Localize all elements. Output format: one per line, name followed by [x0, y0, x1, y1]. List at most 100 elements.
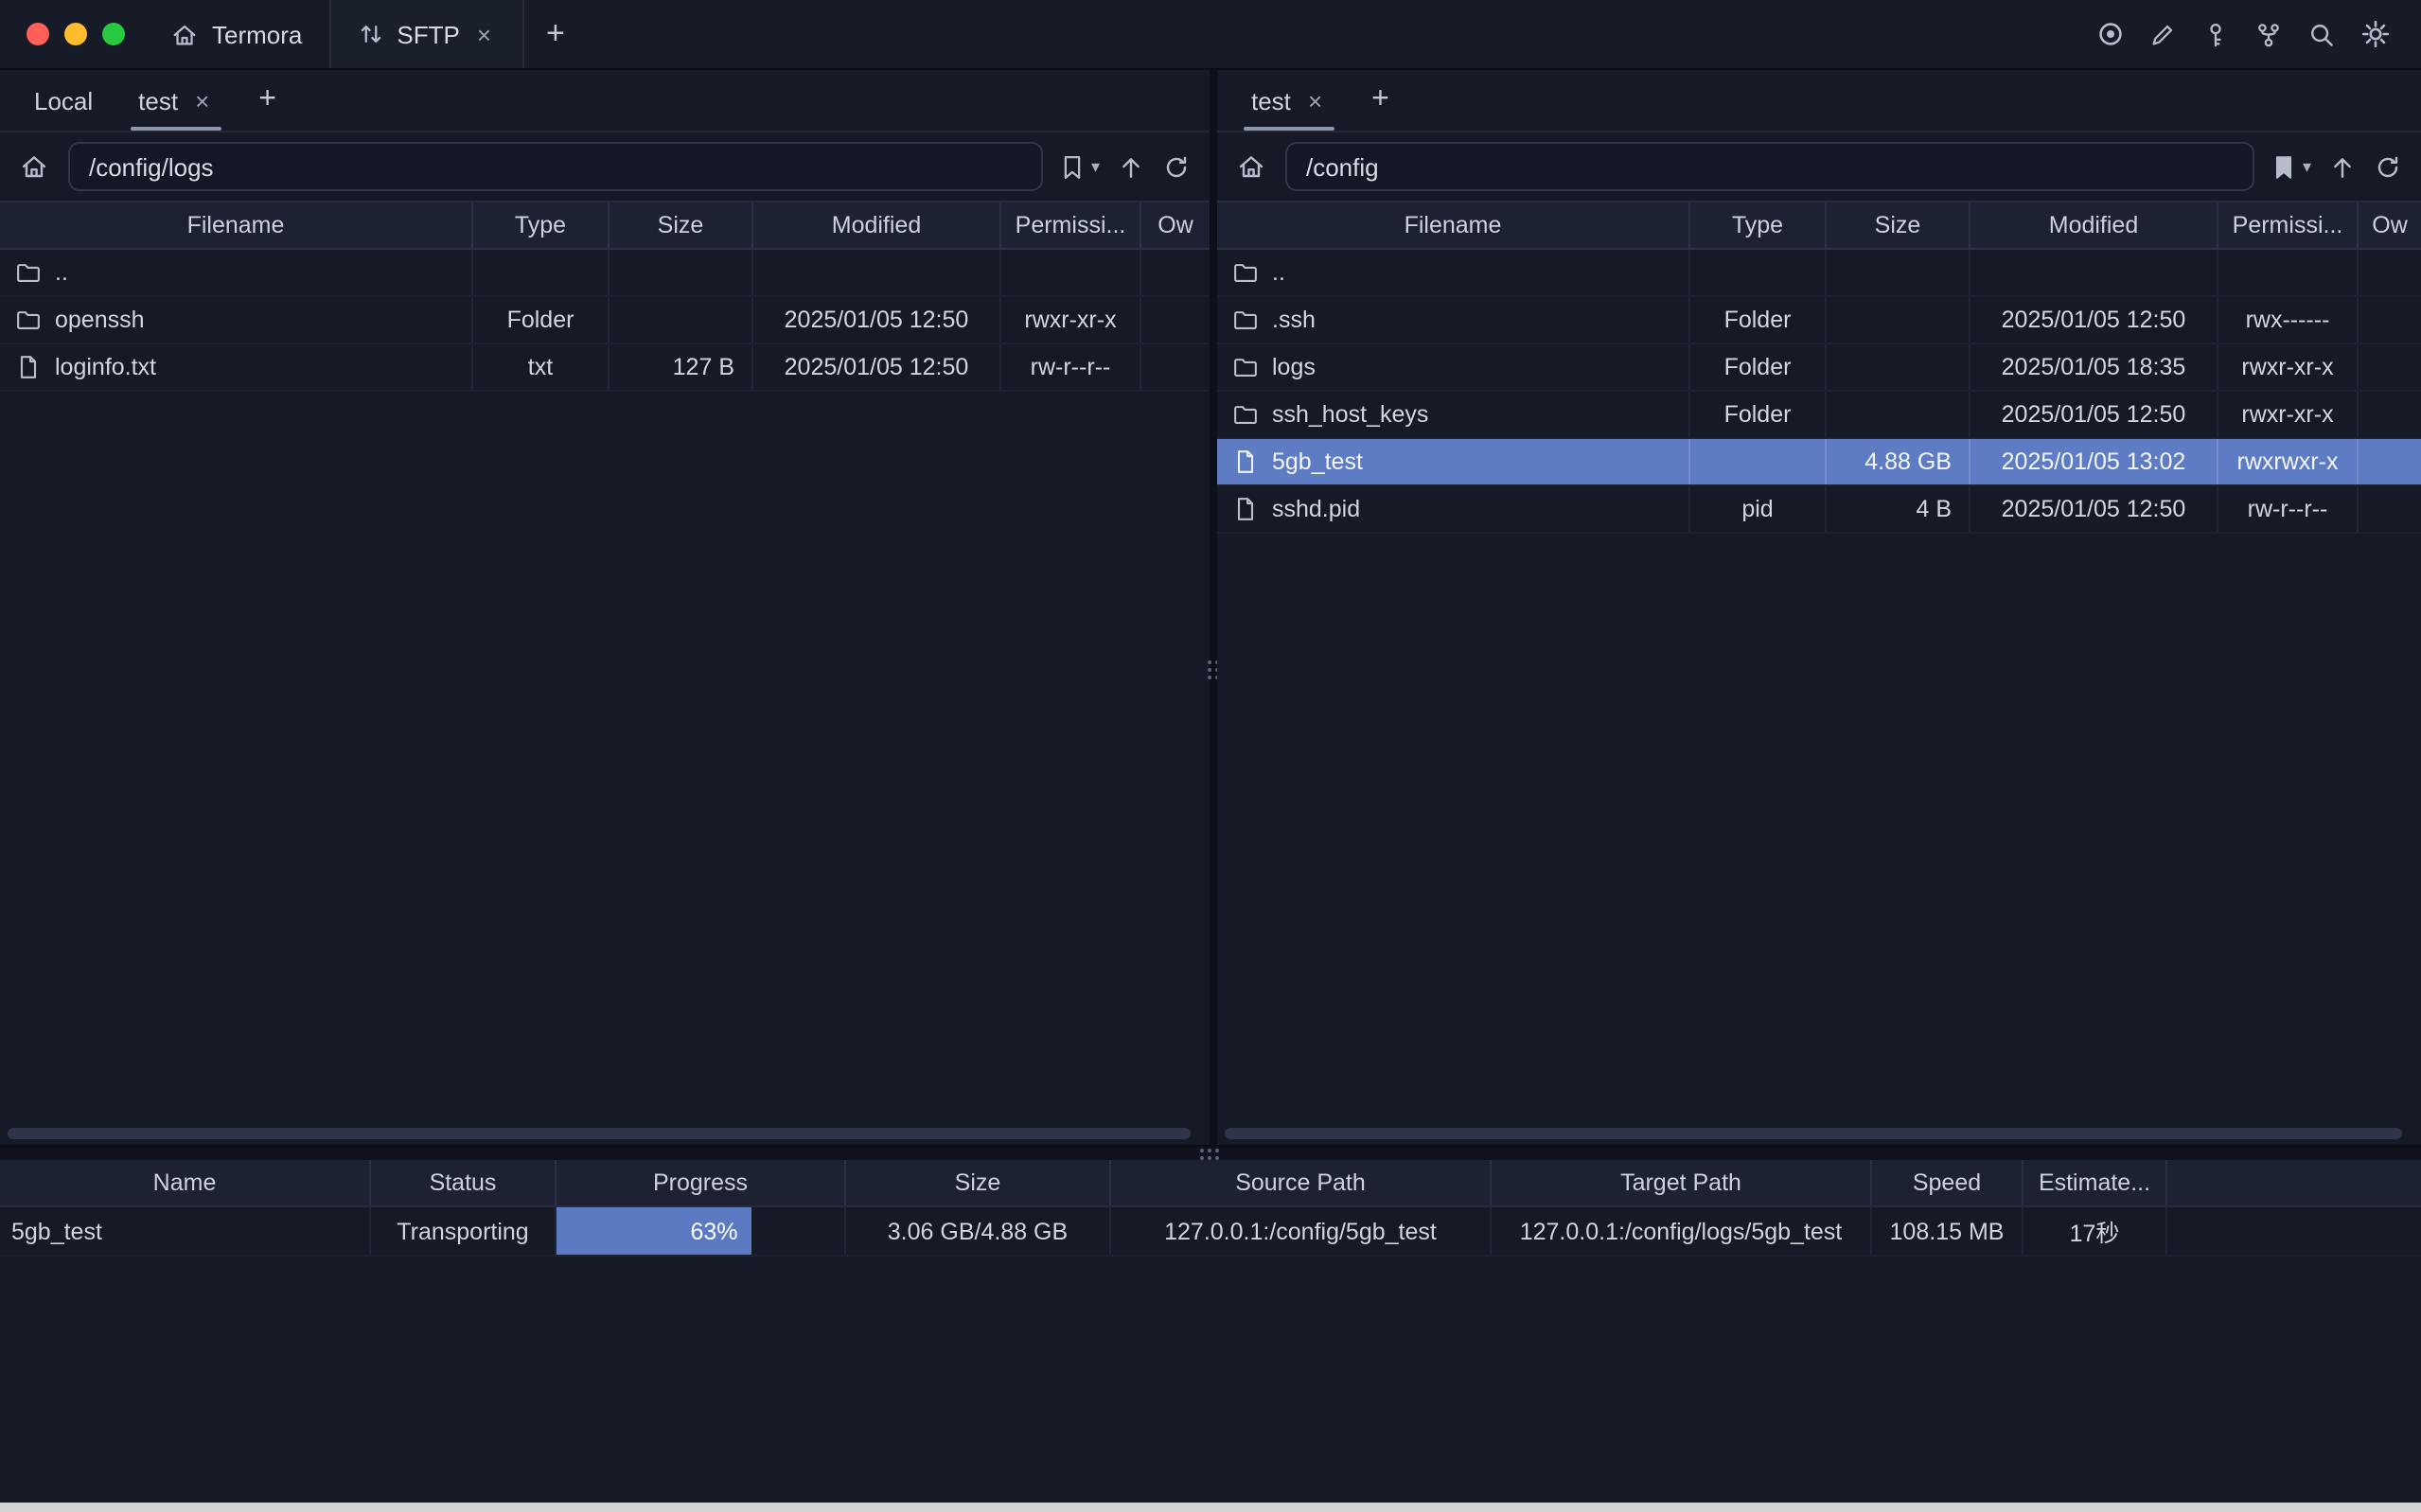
parent-directory-button[interactable] [1117, 152, 1145, 181]
close-icon[interactable]: × [473, 20, 495, 48]
cell-owner [2359, 344, 2421, 390]
search-icon[interactable] [2306, 18, 2338, 50]
column-header-progress[interactable]: Progress [557, 1160, 846, 1205]
settings-icon[interactable] [2359, 18, 2391, 50]
table-row[interactable]: .. [1217, 250, 2421, 297]
column-header-speed[interactable]: Speed [1872, 1160, 2023, 1205]
home-icon[interactable] [1232, 148, 1270, 185]
local-file-table: Filename Type Size Modified Permissi... … [0, 201, 1210, 1145]
cell-speed: 108.15 MB [1872, 1207, 2023, 1255]
chevron-down-icon[interactable]: ▾ [1091, 156, 1100, 177]
filename-label: .. [1272, 259, 1285, 286]
cell-size [1827, 250, 1970, 295]
remote-path-input[interactable] [1285, 142, 2255, 191]
column-header-size[interactable]: Size [610, 202, 753, 248]
horizontal-scrollbar[interactable] [8, 1128, 1191, 1139]
refresh-button[interactable] [1162, 152, 1191, 181]
minimize-window-button[interactable] [64, 23, 87, 45]
bookmark-button[interactable]: ▾ [2271, 152, 2311, 181]
cell-modified [753, 250, 1001, 295]
cell-modified: 2025/01/05 18:35 [1970, 344, 2218, 390]
cell-permissions: rwx------ [2218, 297, 2359, 343]
cell-type [473, 250, 610, 295]
column-header-permissions[interactable]: Permissi... [1001, 202, 1141, 248]
add-panel-tab-button[interactable]: + [1349, 70, 1412, 131]
branch-icon[interactable] [2253, 18, 2285, 50]
table-row[interactable]: loginfo.txt txt 127 B 2025/01/05 12:50 r… [0, 344, 1210, 392]
record-icon[interactable] [2094, 18, 2126, 50]
table-row[interactable]: openssh Folder 2025/01/05 12:50 rwxr-xr-… [0, 297, 1210, 344]
column-header-filename[interactable]: Filename [0, 202, 473, 248]
tab-termora[interactable]: Termora [155, 0, 328, 68]
key-icon[interactable] [2200, 18, 2232, 50]
column-header-estimate[interactable]: Estimate... [2023, 1160, 2167, 1205]
column-header-filename[interactable]: Filename [1217, 202, 1690, 248]
table-row[interactable]: .. [0, 250, 1210, 297]
home-icon [170, 20, 199, 48]
file-type-icon [1232, 307, 1259, 333]
horizontal-scrollbar[interactable] [1225, 1128, 2402, 1139]
transfer-row[interactable]: 5gb_test Transporting 63% 3.06 GB/4.88 G… [0, 1207, 2421, 1257]
close-icon[interactable]: × [191, 86, 213, 114]
column-header-modified[interactable]: Modified [753, 202, 1001, 248]
transfer-splitter[interactable] [0, 1145, 2421, 1160]
column-header-target-path[interactable]: Target Path [1492, 1160, 1872, 1205]
tab-test-left[interactable]: test × [115, 70, 236, 131]
table-row[interactable]: 5gb_test 4.88 GB 2025/01/05 13:02 rwxrwx… [1217, 439, 2421, 486]
chevron-down-icon[interactable]: ▾ [2303, 156, 2311, 177]
parent-directory-button[interactable] [2328, 152, 2357, 181]
column-header-type[interactable]: Type [473, 202, 610, 248]
tab-test-left-label: test [138, 86, 178, 114]
table-row[interactable]: .ssh Folder 2025/01/05 12:50 rwx------ [1217, 297, 2421, 344]
column-header-source-path[interactable]: Source Path [1111, 1160, 1492, 1205]
cell-owner [2359, 439, 2421, 484]
cell-filename: .. [0, 250, 473, 295]
add-panel-tab-button[interactable]: + [236, 70, 299, 131]
refresh-button[interactable] [2374, 152, 2402, 181]
tab-sftp-label: SFTP [397, 20, 459, 48]
cell-size: 3.06 GB/4.88 GB [846, 1207, 1111, 1255]
transfer-icon [357, 21, 383, 47]
close-icon[interactable]: × [1304, 86, 1326, 114]
edit-icon[interactable] [2147, 18, 2179, 50]
remote-path-bar: ▾ [1217, 132, 2421, 201]
sftp-split-view: Local test × + ▾ [0, 70, 2421, 1145]
cell-size: 4.88 GB [1827, 439, 1970, 484]
column-header-name[interactable]: Name [0, 1160, 371, 1205]
column-header-size[interactable]: Size [846, 1160, 1111, 1205]
column-header-owner[interactable]: Ow [2359, 202, 2421, 248]
cell-owner [1141, 250, 1210, 295]
tab-local[interactable]: Local [11, 70, 115, 131]
column-header-permissions[interactable]: Permissi... [2218, 202, 2359, 248]
cell-size [1827, 392, 1970, 437]
column-header-type[interactable]: Type [1690, 202, 1827, 248]
column-header-filler [2167, 1160, 2421, 1205]
cell-size [1827, 297, 1970, 343]
bookmark-button[interactable]: ▾ [1059, 152, 1100, 181]
cell-owner [1141, 297, 1210, 343]
cell-modified: 2025/01/05 12:50 [1970, 392, 2218, 437]
refresh-icon [2374, 152, 2402, 181]
remote-table-header: Filename Type Size Modified Permissi... … [1217, 201, 2421, 250]
panel-divider[interactable] [1210, 70, 1217, 1145]
tab-test-right[interactable]: test × [1228, 70, 1349, 131]
column-header-size[interactable]: Size [1827, 202, 1970, 248]
local-panel: Local test × + ▾ [0, 70, 1210, 1145]
table-row[interactable]: sshd.pid pid 4 B 2025/01/05 12:50 rw-r--… [1217, 486, 2421, 534]
new-tab-button[interactable]: + [523, 0, 588, 68]
table-row[interactable]: logs Folder 2025/01/05 18:35 rwxr-xr-x [1217, 344, 2421, 392]
column-header-owner[interactable]: Ow [1141, 202, 1210, 248]
cell-target-path: 127.0.0.1:/config/logs/5gb_test [1492, 1207, 1872, 1255]
tab-sftp[interactable]: SFTP × [328, 0, 523, 68]
table-row[interactable]: ssh_host_keys Folder 2025/01/05 12:50 rw… [1217, 392, 2421, 439]
cell-owner [2359, 486, 2421, 532]
column-header-modified[interactable]: Modified [1970, 202, 2218, 248]
maximize-window-button[interactable] [102, 23, 125, 45]
close-window-button[interactable] [27, 23, 49, 45]
cell-permissions [2218, 250, 2359, 295]
cell-type: Folder [1690, 344, 1827, 390]
local-path-input[interactable] [68, 142, 1044, 191]
column-header-status[interactable]: Status [371, 1160, 557, 1205]
home-icon[interactable] [15, 148, 53, 185]
cell-permissions: rwxr-xr-x [1001, 297, 1141, 343]
